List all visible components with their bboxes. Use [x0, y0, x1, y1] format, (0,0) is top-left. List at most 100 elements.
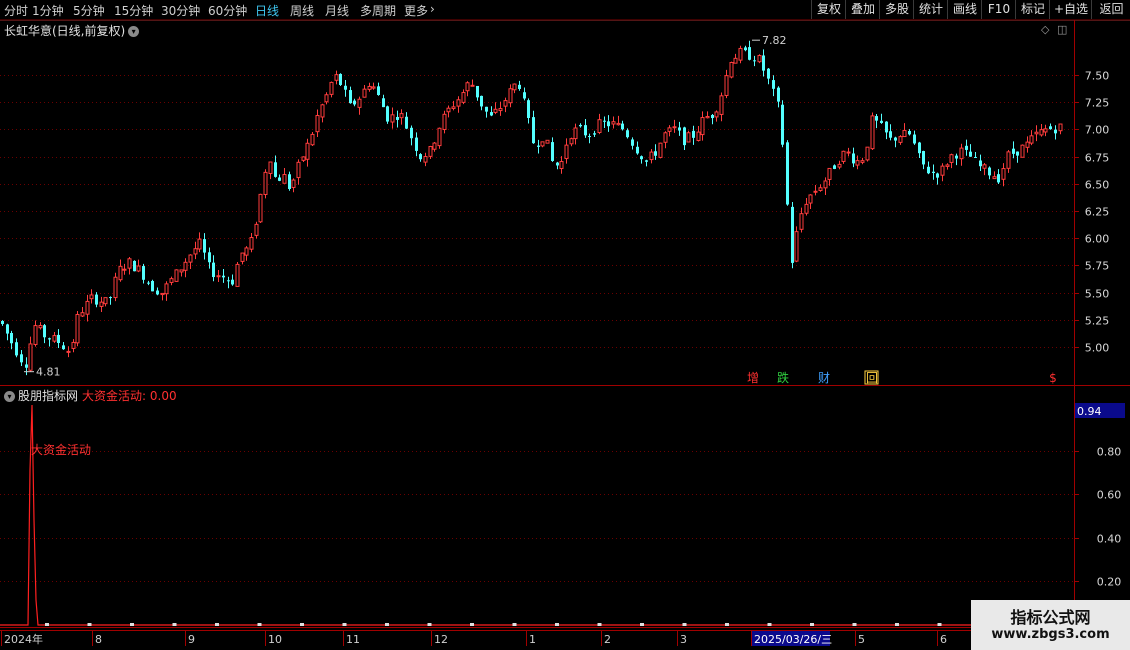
event-marker[interactable]: 财 [818, 371, 830, 385]
candle-body [1016, 151, 1019, 156]
candle-body [188, 254, 193, 263]
candle-body [865, 146, 870, 161]
f10-button[interactable]: F10 [981, 0, 1016, 19]
draw-line-button[interactable]: 画线 [947, 0, 982, 19]
candle-body [658, 142, 663, 158]
candle-body [1020, 144, 1025, 158]
price-tick-label: 6.00 [1085, 233, 1110, 246]
chevron-down-icon[interactable]: ▾ [4, 391, 15, 402]
candle-body [799, 213, 804, 230]
event-marker[interactable]: 增 [747, 371, 759, 385]
candle-body [122, 268, 127, 271]
candle-body [1049, 126, 1052, 130]
candle-body [992, 176, 997, 180]
period-tab-more[interactable]: 更多 [404, 2, 428, 19]
candle-body [437, 127, 442, 147]
candle-body [48, 338, 51, 340]
candle-body [231, 279, 234, 285]
candle-body [827, 167, 832, 180]
indicator-dot [172, 623, 177, 626]
candle-body [997, 174, 1000, 183]
candle-body [748, 47, 751, 60]
indicator-line [0, 404, 1074, 626]
candle-body [216, 275, 221, 278]
candle-body [846, 151, 851, 154]
candle-body [62, 345, 65, 350]
candle-body [1, 320, 4, 325]
candle-body [240, 252, 245, 262]
indicator-dot [257, 623, 262, 626]
candle-body [724, 75, 729, 96]
candle-body [597, 119, 602, 133]
candle-body [227, 280, 230, 282]
date-label: 10 [268, 633, 282, 646]
candle-body [367, 85, 372, 90]
indicator-title: ▾ 股朋指标网 大资金活动: 0.00 [4, 387, 177, 404]
period-tab-multi[interactable]: 多周期 [360, 2, 396, 19]
period-tab-5min[interactable]: 5分钟 [73, 2, 105, 19]
event-marker[interactable]: 跌 [777, 370, 789, 385]
back-button[interactable]: 返回 [1091, 0, 1130, 19]
period-tab-60min[interactable]: 60分钟 [208, 2, 247, 19]
adjust-button[interactable]: 复权 [811, 0, 846, 19]
candle-body [559, 160, 564, 170]
chevron-down-icon[interactable]: ▾ [128, 26, 140, 37]
candle-body [540, 141, 545, 147]
period-tab-daily[interactable]: 日线 [255, 2, 279, 19]
period-tab-weekly[interactable]: 周线 [290, 2, 314, 19]
candle-body [282, 174, 287, 184]
candle-body [855, 160, 860, 166]
candle-body [645, 160, 648, 162]
candle-body [678, 127, 681, 131]
candle-body [25, 364, 28, 368]
candle-body [621, 123, 624, 130]
period-tab-timeshare[interactable]: 分时 [4, 2, 28, 19]
date-label: 8 [95, 633, 102, 646]
candle-body [988, 167, 991, 176]
candle-body [940, 165, 945, 176]
chevron-right-icon[interactable]: › [430, 2, 435, 16]
overlay-button[interactable]: 叠加 [845, 0, 880, 19]
candle-body [268, 161, 273, 174]
period-tab-monthly[interactable]: 月线 [325, 2, 349, 19]
candle-body [432, 142, 437, 150]
candle-body [584, 125, 587, 136]
candle-body [503, 100, 508, 107]
candle-body [753, 60, 756, 62]
event-marker[interactable]: 回 [864, 370, 879, 385]
indicator-source: 股朋指标网 [18, 389, 79, 403]
candle-body [208, 252, 211, 263]
add-watchlist-button[interactable]: +自选 [1049, 0, 1092, 19]
watermark-url: www.zbgs3.com [991, 627, 1110, 642]
candle-body [310, 133, 315, 146]
event-marker[interactable]: $ [1049, 371, 1057, 385]
period-tab-15min[interactable]: 15分钟 [114, 2, 153, 19]
candle-body [823, 180, 828, 189]
candle-body [974, 156, 977, 158]
candle-body [860, 160, 865, 163]
candle-body [556, 162, 559, 166]
indicator-dot [300, 623, 304, 626]
mark-button[interactable]: 标记 [1015, 0, 1050, 19]
candlestick-series [1, 40, 1063, 376]
period-tab-1min[interactable]: 1分钟 [32, 2, 64, 19]
candle-body [786, 142, 789, 205]
statistics-button[interactable]: 统计 [913, 0, 948, 19]
candle-body [611, 121, 616, 125]
indicator-dot [512, 623, 517, 626]
candle-body [33, 325, 38, 345]
kline-chart[interactable]: 7.50 7.25 7.00 6.75 6.50 6.25 6.00 5.75 5.50 5.25… [0, 0, 1130, 650]
candle-body [147, 282, 150, 284]
period-tab-30min[interactable]: 30分钟 [161, 2, 200, 19]
diamond-icon[interactable]: ◇ [1041, 23, 1049, 36]
candle-body [197, 238, 202, 250]
candle-body [913, 134, 916, 144]
candle-body [75, 313, 80, 344]
price-tick-label: 7.50 [1085, 70, 1110, 83]
svg-text:$: $ [1049, 371, 1057, 385]
candle-body [357, 98, 362, 108]
candle-body [672, 126, 677, 129]
window-toggle-icon[interactable]: ◫ [1057, 23, 1067, 36]
multi-stock-button[interactable]: 多股 [879, 0, 914, 19]
candle-body [85, 300, 90, 315]
